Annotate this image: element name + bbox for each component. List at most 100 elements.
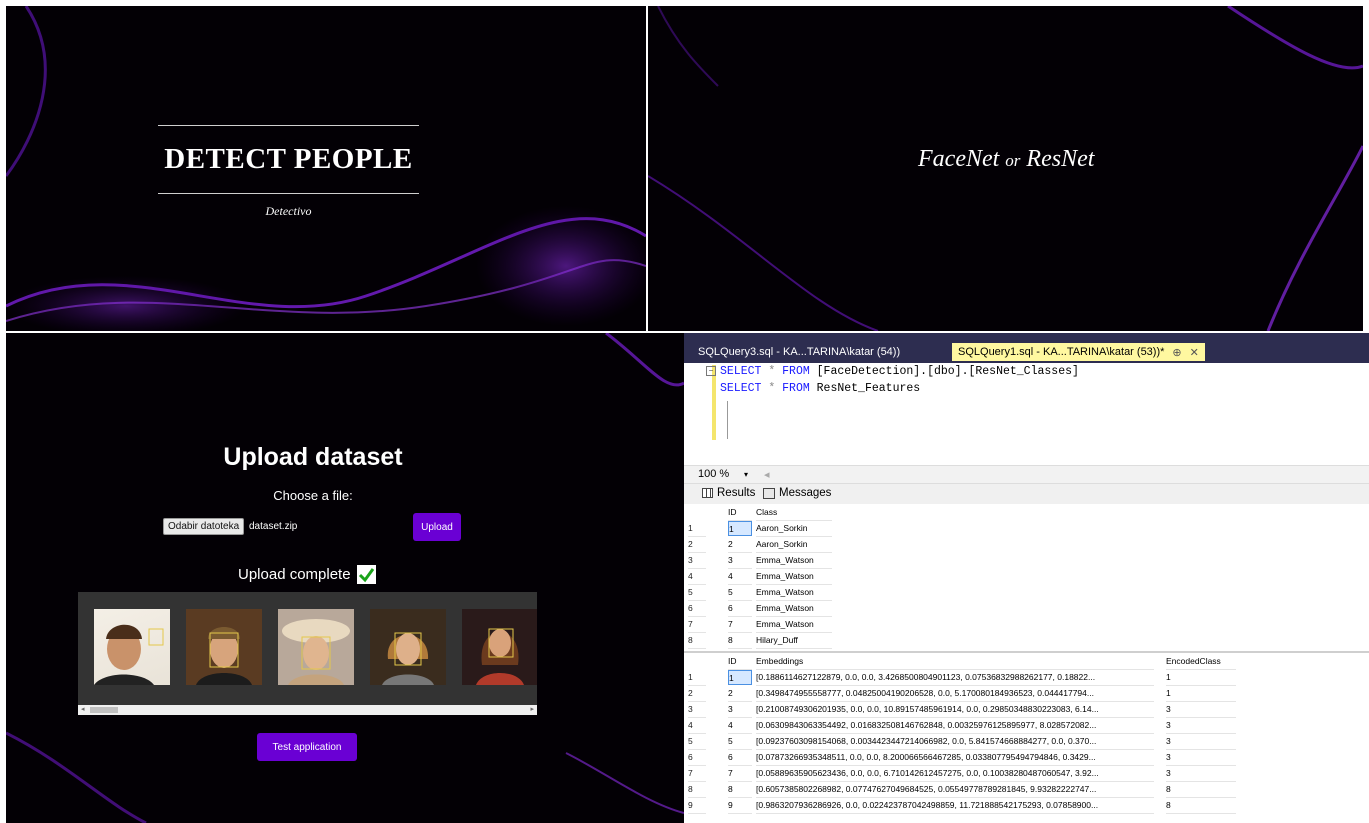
table-cell[interactable]: [0.09237603098154068, 0.0034423447214066… (756, 734, 1154, 750)
scroll-left-icon[interactable]: ◂ (764, 468, 770, 481)
row-number: 4 (688, 569, 706, 585)
zoom-dropdown-icon[interactable]: ▾ (744, 470, 748, 479)
table-cell[interactable]: 6 (728, 601, 752, 617)
table-cell[interactable]: [0.06309843063354492, 0.0168325081467628… (756, 718, 1154, 734)
features-header-row: ID Embeddings EncodedClass (684, 654, 1369, 670)
table-cell[interactable]: [0.07873266935348511, 0.0, 0.0, 8.200066… (756, 750, 1154, 766)
table-cell[interactable]: 5 (728, 585, 752, 601)
upload-status: Upload complete (238, 565, 376, 584)
table-row[interactable]: 6 6 [0.07873266935348511, 0.0, 0.0, 8.2000… (684, 750, 1369, 766)
table-cell[interactable]: Emma_Watson (756, 601, 832, 617)
table-row[interactable]: 1 1 Aaron_Sorkin (684, 521, 1369, 537)
close-icon[interactable]: ✕ (1190, 346, 1199, 359)
table-cell[interactable]: Hilary_Duff (756, 633, 832, 649)
facenet-label: FaceNet (918, 146, 1000, 172)
test-application-button[interactable]: Test application (257, 733, 357, 761)
choose-file-button[interactable]: Odabir datoteka (163, 518, 245, 535)
table-row[interactable]: 7 7 Emma_Watson (684, 617, 1369, 633)
zoom-level[interactable]: 100 % (698, 468, 729, 480)
query-editor[interactable]: − SELECT * FROM [FaceDetection].[dbo].[R… (684, 363, 1369, 463)
table-row[interactable]: 3 3 [0.21008749306201935, 0.0, 0.0, 10.891… (684, 702, 1369, 718)
table-cell[interactable]: 4 (728, 569, 752, 585)
table-cell[interactable]: 3 (1166, 734, 1236, 750)
upload-button[interactable]: Upload (413, 513, 461, 541)
table-cell[interactable]: 8 (728, 782, 752, 798)
tab-messages[interactable]: Messages (763, 487, 831, 499)
table-cell[interactable]: 3 (728, 553, 752, 569)
collapse-icon[interactable]: − (706, 366, 716, 376)
column-header[interactable]: Class (756, 505, 832, 521)
table-row[interactable]: 4 4 Emma_Watson (684, 569, 1369, 585)
scroll-right-icon[interactable]: ▸ (530, 705, 534, 713)
table-cell[interactable]: 4 (728, 718, 752, 734)
document-tabs: SQLQuery3.sql - KA...TARINA\katar (54)) … (684, 333, 1369, 363)
table-cell[interactable]: 1 (1166, 686, 1236, 702)
table-cell[interactable]: 1 (728, 670, 752, 685)
classes-header-row: ID Class (684, 505, 1369, 521)
table-row[interactable]: 6 6 Emma_Watson (684, 601, 1369, 617)
table-row[interactable]: 8 8 [0.6057385802268982, 0.077476270496845… (684, 782, 1369, 798)
table-cell[interactable]: 8 (1166, 782, 1236, 798)
column-header[interactable]: EncodedClass (1166, 654, 1236, 670)
table-cell[interactable]: [0.6057385802268982, 0.07747627049684525… (756, 782, 1154, 798)
table-cell[interactable]: Emma_Watson (756, 617, 832, 633)
table-cell[interactable]: Emma_Watson (756, 553, 832, 569)
resnet-label: ResNet (1026, 146, 1095, 172)
table-cell[interactable]: Aaron_Sorkin (756, 521, 832, 537)
table-cell[interactable]: [0.3498474955558777, 0.04825004190206528… (756, 686, 1154, 702)
table-cell[interactable]: 9 (728, 798, 752, 814)
table-row[interactable]: 5 5 Emma_Watson (684, 585, 1369, 601)
table-cell[interactable]: [0.9863207936286926, 0.0, 0.022423787042… (756, 798, 1154, 814)
table-row[interactable]: 5 5 [0.09237603098154068, 0.00344234472140… (684, 734, 1369, 750)
row-number: 3 (688, 702, 706, 718)
table-cell[interactable]: Emma_Watson (756, 585, 832, 601)
table-cell[interactable]: 3 (728, 702, 752, 718)
text-cursor (727, 401, 728, 439)
column-header[interactable]: ID (728, 654, 752, 670)
gallery-scrollbar[interactable]: ◂ ▸ (78, 705, 537, 715)
table-cell[interactable]: 2 (728, 686, 752, 702)
column-header[interactable]: ID (728, 505, 752, 521)
row-number: 8 (688, 633, 706, 649)
table-row[interactable]: 7 7 [0.05889635905623436, 0.0, 0.0, 6.7101… (684, 766, 1369, 782)
table-cell[interactable]: Emma_Watson (756, 569, 832, 585)
slide-facenet-resnet: FaceNet or ResNet (648, 6, 1363, 331)
table-cell[interactable]: 3 (1166, 766, 1236, 782)
tab-sqlquery3[interactable]: SQLQuery3.sql - KA...TARINA\katar (54)) (692, 343, 906, 361)
table-cell[interactable]: Aaron_Sorkin (756, 537, 832, 553)
table-row[interactable]: 2 2 [0.3498474955558777, 0.048250041902065… (684, 686, 1369, 702)
table-row[interactable]: 1 1 [0.1886114627122879, 0.0, 0.0, 3.42685… (684, 670, 1369, 686)
tab-label: SQLQuery3.sql - KA...TARINA\katar (54)) (698, 346, 901, 358)
table-cell[interactable]: 1 (1166, 670, 1236, 686)
scroll-thumb[interactable] (90, 707, 118, 713)
table-cell[interactable]: 7 (728, 766, 752, 782)
pin-icon[interactable]: ⊕ (1172, 346, 1181, 359)
table-cell[interactable]: 3 (1166, 718, 1236, 734)
table-cell[interactable]: [0.1886114627122879, 0.0, 0.0, 3.4268500… (756, 670, 1154, 686)
table-cell[interactable]: 8 (1166, 798, 1236, 814)
table-cell[interactable]: [0.05889635905623436, 0.0, 0.0, 6.710142… (756, 766, 1154, 782)
scroll-left-icon[interactable]: ◂ (81, 705, 85, 713)
table-cell[interactable]: 8 (728, 633, 752, 649)
table-row[interactable]: 9 9 [0.9863207936286926, 0.0, 0.0224237870… (684, 798, 1369, 814)
table-row[interactable]: 8 8 Hilary_Duff (684, 633, 1369, 649)
selected-file-name: dataset.zip (249, 521, 298, 532)
table-cell[interactable]: 5 (728, 734, 752, 750)
table-cell[interactable]: [0.21008749306201935, 0.0, 0.0, 10.89157… (756, 702, 1154, 718)
tab-results[interactable]: Results (702, 487, 755, 499)
table-cell[interactable]: 1 (728, 521, 752, 536)
results-grid-features: ID Embeddings EncodedClass 1 1 [0.18861146271… (684, 654, 1369, 823)
slide-subtitle: Detectivo (265, 204, 312, 218)
table-cell[interactable]: 3 (1166, 750, 1236, 766)
slide-detect-people: DETECT PEOPLE Detectivo (6, 6, 646, 331)
tab-sqlquery1[interactable]: SQLQuery1.sql - KA...TARINA\katar (53))*… (952, 343, 1205, 361)
table-cell[interactable]: 3 (1166, 702, 1236, 718)
zoom-bar: 100 % ▾ ◂ (684, 465, 1369, 484)
table-cell[interactable]: 7 (728, 617, 752, 633)
column-header[interactable]: Embeddings (756, 654, 1154, 670)
table-row[interactable]: 4 4 [0.06309843063354492, 0.01683250814676… (684, 718, 1369, 734)
table-cell[interactable]: 2 (728, 537, 752, 553)
table-row[interactable]: 2 2 Aaron_Sorkin (684, 537, 1369, 553)
table-cell[interactable]: 6 (728, 750, 752, 766)
table-row[interactable]: 3 3 Emma_Watson (684, 553, 1369, 569)
